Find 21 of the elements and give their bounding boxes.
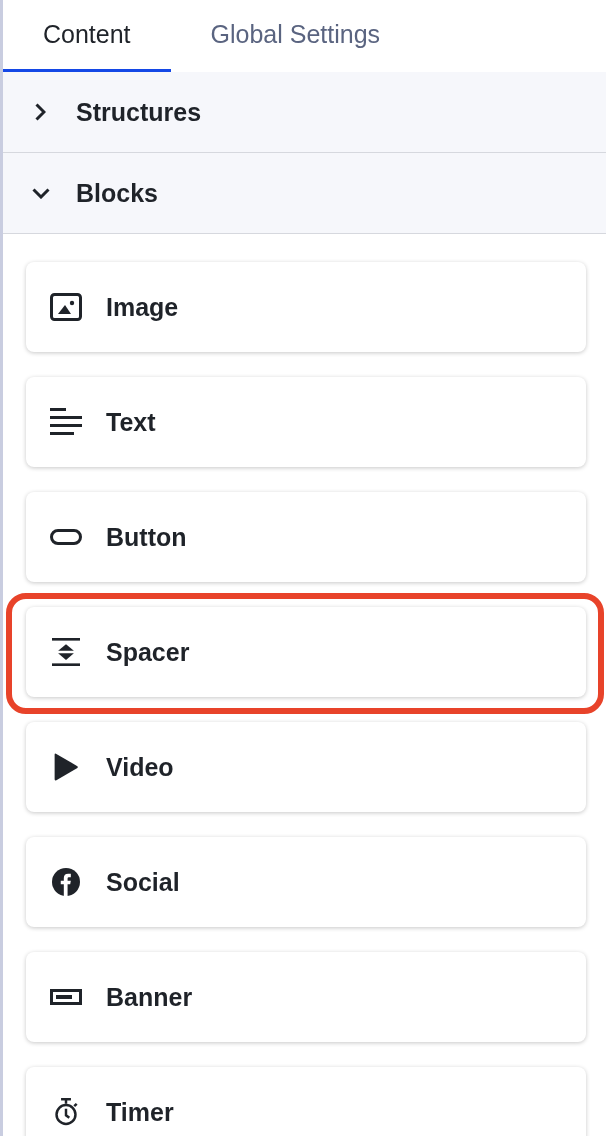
pill-icon [50,529,82,545]
block-card[interactable]: Video [26,722,586,812]
chevron-right-icon [35,103,46,121]
block-card[interactable]: Timer [26,1067,586,1136]
block-card[interactable]: Spacer [26,607,586,697]
section-header[interactable]: Blocks [3,153,606,234]
text-lines-icon [50,408,82,436]
letter-f-circle-icon [50,868,82,896]
block-card[interactable]: Banner [26,952,586,1042]
banner-icon [50,989,82,1005]
block-card[interactable]: Social [26,837,586,927]
image-icon [50,293,82,321]
spacer-icon [50,638,82,666]
section-header[interactable]: Structures [3,72,606,153]
tab[interactable]: Global Settings [170,0,421,72]
block-card[interactable]: Button [26,492,586,582]
section-title: Blocks [76,178,158,208]
block-card[interactable]: Text [26,377,586,467]
section-title: Structures [76,97,202,127]
block-card[interactable]: Image [26,262,586,352]
chevron-down-icon [32,187,50,199]
